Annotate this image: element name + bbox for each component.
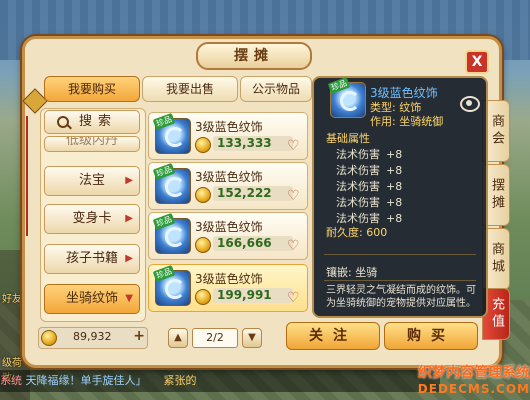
- window-title: 摆摊: [196, 42, 312, 70]
- category-label: 孩子书籍: [65, 251, 118, 266]
- coin-icon: [195, 289, 211, 305]
- category-label: 法宝: [78, 173, 105, 188]
- coin-icon: [195, 237, 211, 253]
- swirl-icon: [165, 177, 185, 197]
- swirl-icon: [340, 91, 360, 111]
- watermark: 织梦内容管理系统 DEDECMS.COM: [394, 362, 530, 400]
- tooltip-attribute: 法术伤害 +8: [336, 178, 402, 194]
- coin-icon: [41, 330, 57, 346]
- favorite-heart-icon[interactable]: ♡: [287, 239, 301, 253]
- tooltip-attribute: 法术伤害 +8: [336, 162, 402, 178]
- category-label: 变身卡: [72, 211, 112, 226]
- tooltip-item-use: 作用: 坐骑统御: [370, 115, 444, 128]
- search-button[interactable]: 搜索: [44, 110, 140, 134]
- friends-label[interactable]: 好友: [2, 290, 22, 305]
- ornament-icon: 珍品: [327, 76, 366, 118]
- decorative-tassel-icon: [26, 116, 36, 236]
- page-prev-button[interactable]: ▲: [168, 328, 188, 348]
- category-item-low-pill[interactable]: 低级内丹: [44, 136, 140, 152]
- category-item-mount-ornament[interactable]: 坐骑纹饰 ▼: [44, 284, 140, 314]
- swirl-icon: [165, 127, 185, 147]
- ornament-icon: 珍品: [152, 264, 191, 306]
- page-next-button[interactable]: ▼: [242, 328, 262, 348]
- category-item-transform-card[interactable]: 变身卡 ▶: [44, 204, 140, 234]
- search-icon: [57, 116, 69, 128]
- eye-icon[interactable]: [460, 96, 480, 112]
- chevron-right-icon: ▶: [125, 213, 133, 224]
- tooltip-attribute: 法术伤害 +8: [336, 194, 402, 210]
- chat-text: 天降福缘！单手旋佳人」: [25, 374, 147, 387]
- attribute-value: +8: [386, 180, 403, 193]
- item-price: 133,333: [213, 136, 293, 151]
- item-name: 3级蓝色纹饰: [195, 170, 263, 184]
- attribute-value: +8: [386, 196, 403, 209]
- listing-row-selected[interactable]: 珍品 3级蓝色纹饰 199,991 ♡: [148, 264, 308, 312]
- follow-button[interactable]: 关注: [286, 322, 380, 350]
- watermark-line-2: DEDECMS.COM: [417, 382, 530, 396]
- chevron-right-icon: ▶: [125, 253, 133, 264]
- close-button[interactable]: X: [465, 50, 489, 74]
- favorite-heart-icon[interactable]: ♡: [287, 189, 301, 203]
- tab-sell[interactable]: 我要出售: [142, 76, 238, 102]
- tooltip-inlay: 镶嵌: 坐骑: [326, 266, 378, 279]
- money-bar: 89,932 +: [38, 327, 148, 349]
- swirl-icon: [165, 279, 185, 299]
- listing-row[interactable]: 珍品 3级蓝色纹饰 152,222 ♡: [148, 162, 308, 210]
- chevron-down-icon: ▼: [125, 293, 133, 304]
- tooltip-description: 三界轻灵之气凝结而成的纹饰。可为坐骑统御的宠物提供对应属性。: [326, 285, 476, 309]
- category-label: 坐骑纹饰: [65, 291, 118, 306]
- coin-icon: [195, 187, 211, 203]
- tab-buy[interactable]: 我要购买: [44, 76, 140, 102]
- tab-public-items[interactable]: 公示物品: [240, 76, 312, 102]
- chat-extra: 紧张的: [163, 374, 197, 387]
- ornament-icon: 珍品: [152, 212, 191, 254]
- page-indicator: 2/2: [192, 328, 238, 348]
- attribute-value: +8: [386, 164, 403, 177]
- attribute-value: +8: [386, 212, 403, 225]
- chat-channel: 系统: [0, 374, 22, 387]
- money-amount: 89,932: [73, 330, 112, 343]
- divider: [324, 254, 476, 255]
- attribute-name: 法术伤害: [336, 180, 380, 193]
- buy-button[interactable]: 购买: [384, 322, 478, 350]
- coin-icon: [195, 137, 211, 153]
- item-name: 3级蓝色纹饰: [195, 272, 263, 286]
- tooltip-section-title: 基础属性: [326, 132, 370, 145]
- listing-row[interactable]: 珍品 3级蓝色纹饰 133,333 ♡: [148, 112, 308, 160]
- swirl-icon: [165, 227, 185, 247]
- tooltip-attribute: 法术伤害 +8: [336, 146, 402, 162]
- chevron-right-icon: ▶: [125, 175, 133, 186]
- attribute-name: 法术伤害: [336, 196, 380, 209]
- category-item-child-books[interactable]: 孩子书籍 ▶: [44, 244, 140, 274]
- ornament-icon: 珍品: [152, 162, 191, 204]
- category-item-treasure[interactable]: 法宝 ▶: [44, 166, 140, 196]
- favorite-heart-icon[interactable]: ♡: [287, 139, 301, 153]
- listing-row[interactable]: 珍品 3级蓝色纹饰 166,666 ♡: [148, 212, 308, 260]
- item-tooltip: 珍品 3级蓝色纹饰 类型: 纹饰 作用: 坐骑统御 基础属性 法术伤害 +8 法术…: [312, 76, 488, 318]
- search-label: 搜索: [79, 114, 118, 129]
- attribute-value: +8: [386, 148, 403, 161]
- add-money-button[interactable]: +: [133, 328, 145, 344]
- ornament-icon: 珍品: [152, 112, 191, 154]
- item-name: 3级蓝色纹饰: [195, 120, 263, 134]
- tooltip-durability: 耐久度: 600: [326, 226, 388, 239]
- item-name: 3级蓝色纹饰: [195, 220, 263, 234]
- attribute-name: 法术伤害: [336, 164, 380, 177]
- watermark-line-1: 织梦内容管理系统: [418, 365, 530, 381]
- attribute-name: 法术伤害: [336, 148, 380, 161]
- item-price: 199,991: [213, 288, 293, 303]
- favorite-heart-icon[interactable]: ♡: [287, 291, 301, 305]
- divider: [324, 280, 476, 281]
- item-price: 152,222: [213, 186, 293, 201]
- item-price: 166,666: [213, 236, 293, 251]
- chat-line[interactable]: 系统 天降福缘！单手旋佳人」 紧张的: [0, 370, 440, 392]
